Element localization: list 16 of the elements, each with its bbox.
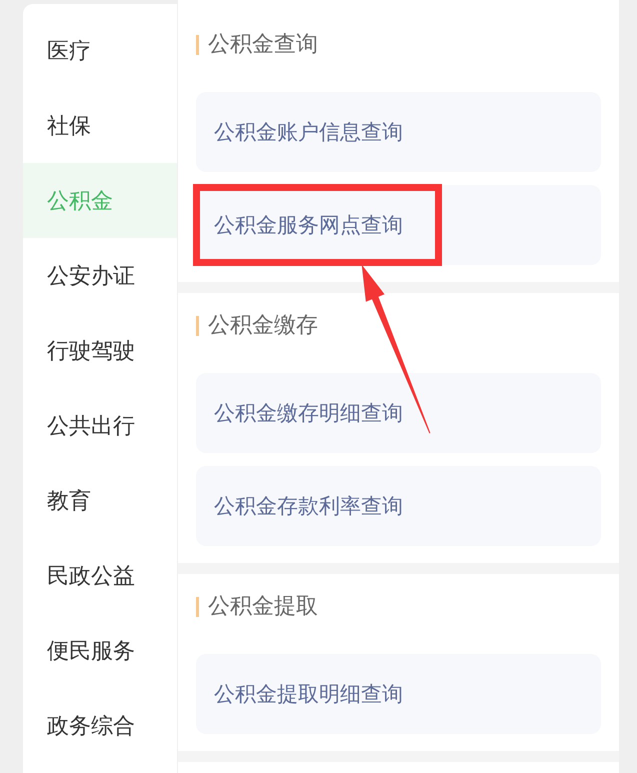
sidebar-item[interactable]: 社保 — [23, 88, 177, 163]
sidebar-item[interactable]: 教育 — [23, 463, 177, 538]
sidebar-item[interactable]: 民政公益 — [23, 538, 177, 613]
section-title: 公积金查询 — [196, 35, 318, 55]
section-title: 公积金提取 — [196, 597, 318, 617]
service-item[interactable]: 公积金缴存明细查询 — [196, 373, 601, 453]
sidebar-item[interactable]: 公共出行 — [23, 388, 177, 463]
service-item[interactable]: 公积金账户信息查询 — [196, 92, 601, 172]
service-item[interactable]: 公积金存款利率查询 — [196, 466, 601, 546]
section-title: 公积金缴存 — [196, 316, 318, 336]
sidebar-item[interactable]: 行驶驾驶 — [23, 313, 177, 388]
sidebar-item[interactable]: 医疗 — [23, 13, 177, 88]
service-item[interactable]: 公积金提取明细查询 — [196, 654, 601, 734]
sidebar-item[interactable]: 公安办证 — [23, 238, 177, 313]
sidebar-item[interactable]: 便民服务 — [23, 613, 177, 688]
sidebar-item[interactable]: 政务综合 — [23, 688, 177, 763]
